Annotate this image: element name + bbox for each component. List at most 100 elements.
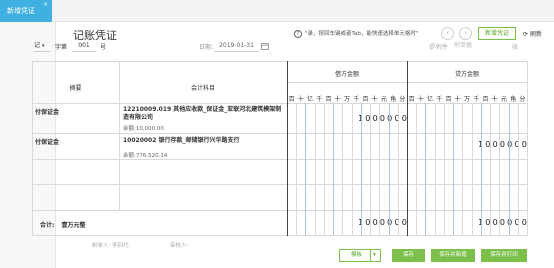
save-button[interactable]: 保存	[392, 249, 425, 262]
digit-column-line	[379, 103, 381, 235]
debit-unit-label: 百	[362, 96, 369, 103]
row1-balance: 余额:10,000.00	[123, 126, 164, 132]
credit-unit-label: 分	[519, 96, 526, 103]
digit-column-line	[490, 103, 492, 235]
credit-unit-label: 亿	[427, 96, 434, 103]
voucher-table: 摘要 会计科目 借方金额 贷方金额 付保证金 12210009.019 其他应收…	[32, 61, 528, 236]
column-header-credit: 贷方金额	[454, 71, 479, 78]
digit-column-line	[425, 103, 427, 235]
credit-unit-label: 百	[482, 96, 489, 103]
new-voucher-button[interactable]: 新增凭证	[478, 27, 516, 40]
row2-credit-amount[interactable]: 1000000	[478, 140, 529, 149]
digit-column-line	[333, 103, 335, 235]
digit-column-line	[323, 103, 325, 235]
refresh-label: 刷新	[529, 31, 542, 38]
credit-unit-label: 千	[436, 96, 443, 103]
template-label: 模板	[351, 252, 363, 258]
row1-account[interactable]: 12210009.019 其他应收款_保证金_亚联河北建筑模架制造有限公司	[123, 106, 283, 122]
column-header-debit: 借方金额	[334, 71, 359, 78]
refresh-icon: ⟳	[523, 31, 529, 38]
digit-column-line	[305, 103, 307, 235]
digit-column-line	[296, 103, 298, 235]
debit-unit-label: 十	[297, 96, 304, 103]
debit-unit-label: 十	[371, 96, 378, 103]
debit-unit-label: 千	[353, 96, 360, 103]
table-border-bottom	[32, 235, 528, 236]
chevron-down-icon: ▾	[373, 252, 376, 258]
digit-column-line	[397, 103, 399, 235]
total-credit-amount: 1000000	[478, 218, 530, 227]
digit-column-line	[388, 103, 390, 235]
credit-unit-label: 十	[454, 96, 461, 103]
help-icon: ?	[294, 30, 302, 38]
debit-unit-label: 百	[325, 96, 332, 103]
column-header-account: 会计科目	[190, 85, 215, 92]
col-line	[407, 61, 408, 236]
row2-summary[interactable]: 付保证金	[35, 137, 59, 146]
debit-unit-label: 分	[399, 96, 406, 103]
credit-unit-label: 百	[445, 96, 452, 103]
debit-unit-label: 百	[288, 96, 295, 103]
credit-unit-label: 元	[500, 96, 507, 103]
save-and-print-button[interactable]: 保存并打印	[481, 249, 527, 262]
column-header-summary: 摘要	[69, 85, 82, 92]
credit-unit-label: 百	[408, 96, 415, 103]
tab-bar: 新增凭证 ×	[0, 0, 554, 22]
attachment-count-input[interactable]: 附单据	[454, 41, 510, 52]
digit-column-line	[314, 103, 316, 235]
debit-unit-label: 亿	[307, 96, 314, 103]
row2-account[interactable]: 10020002 银行存款_邮储银行兴华路支行	[123, 137, 283, 145]
credit-unit-label: 十	[491, 96, 498, 103]
digit-column-line	[480, 103, 482, 235]
row1-summary[interactable]: 付保证金	[35, 107, 59, 116]
next-voucher-button[interactable]: ›	[459, 27, 472, 40]
digit-column-line	[370, 103, 372, 235]
attachment-placeholder: 附单据	[454, 42, 473, 49]
credit-unit-label: 角	[510, 96, 517, 103]
digit-column-line	[434, 103, 436, 235]
calendar-icon[interactable]	[261, 42, 269, 50]
debit-unit-label: 十	[334, 96, 341, 103]
total-in-words: 壹万元整	[61, 222, 86, 229]
attachment-unit: 张	[512, 44, 519, 51]
maker-info: 制单人: 李四代	[92, 243, 129, 249]
digit-column-line	[508, 103, 510, 235]
attachment-label: 附件	[436, 44, 449, 51]
prev-voucher-button[interactable]: ‹	[441, 27, 454, 40]
digit-column-line	[471, 103, 473, 235]
date-label: 日期:	[199, 44, 214, 51]
chevron-down-icon: ▾	[41, 43, 45, 49]
debit-unit-label: 角	[390, 96, 397, 103]
digit-column-line	[517, 103, 519, 235]
save-and-new-button[interactable]: 保存并新增	[431, 249, 475, 262]
table-border-top	[32, 61, 528, 62]
number-suffix-label: 号	[100, 44, 107, 51]
maker-name: 李四代	[112, 243, 129, 249]
digit-column-line	[499, 103, 501, 235]
date-input[interactable]: 2019-01-31	[214, 41, 259, 52]
voucher-type-select[interactable]: 记 ▾	[34, 41, 50, 52]
digit-column-line	[351, 103, 353, 235]
debit-unit-label: 元	[380, 96, 387, 103]
refresh-button[interactable]: ⟳ 刷新	[523, 29, 542, 38]
auditor-label: 审核人:	[170, 243, 189, 249]
credit-unit-label: 十	[417, 96, 424, 103]
digit-column-line	[360, 103, 362, 235]
debit-unit-label: 千	[316, 96, 323, 103]
voucher-number-input[interactable]: 001	[72, 41, 96, 52]
row1-debit-amount[interactable]: 1000000	[358, 114, 409, 123]
date-value: 2019-01-31	[219, 42, 254, 49]
row2-balance: 余额:776,520.14	[123, 153, 168, 159]
total-label: 合计: 壹万元整	[40, 222, 86, 229]
hint-text: "录，按回车键或者Tab，能快速选择单元格时"	[305, 31, 419, 37]
divider	[370, 250, 371, 261]
tab-label: 新增凭证	[7, 7, 35, 15]
close-icon[interactable]: ×	[43, 1, 48, 8]
digit-column-line	[342, 103, 344, 235]
template-button[interactable]: 模板 ▾	[339, 249, 381, 262]
voucher-type-value: 记	[34, 42, 41, 49]
credit-unit-label: 千	[473, 96, 480, 103]
debit-unit-label: 万	[343, 96, 350, 103]
digit-column-line	[416, 103, 418, 235]
paperclip-icon	[428, 43, 435, 50]
